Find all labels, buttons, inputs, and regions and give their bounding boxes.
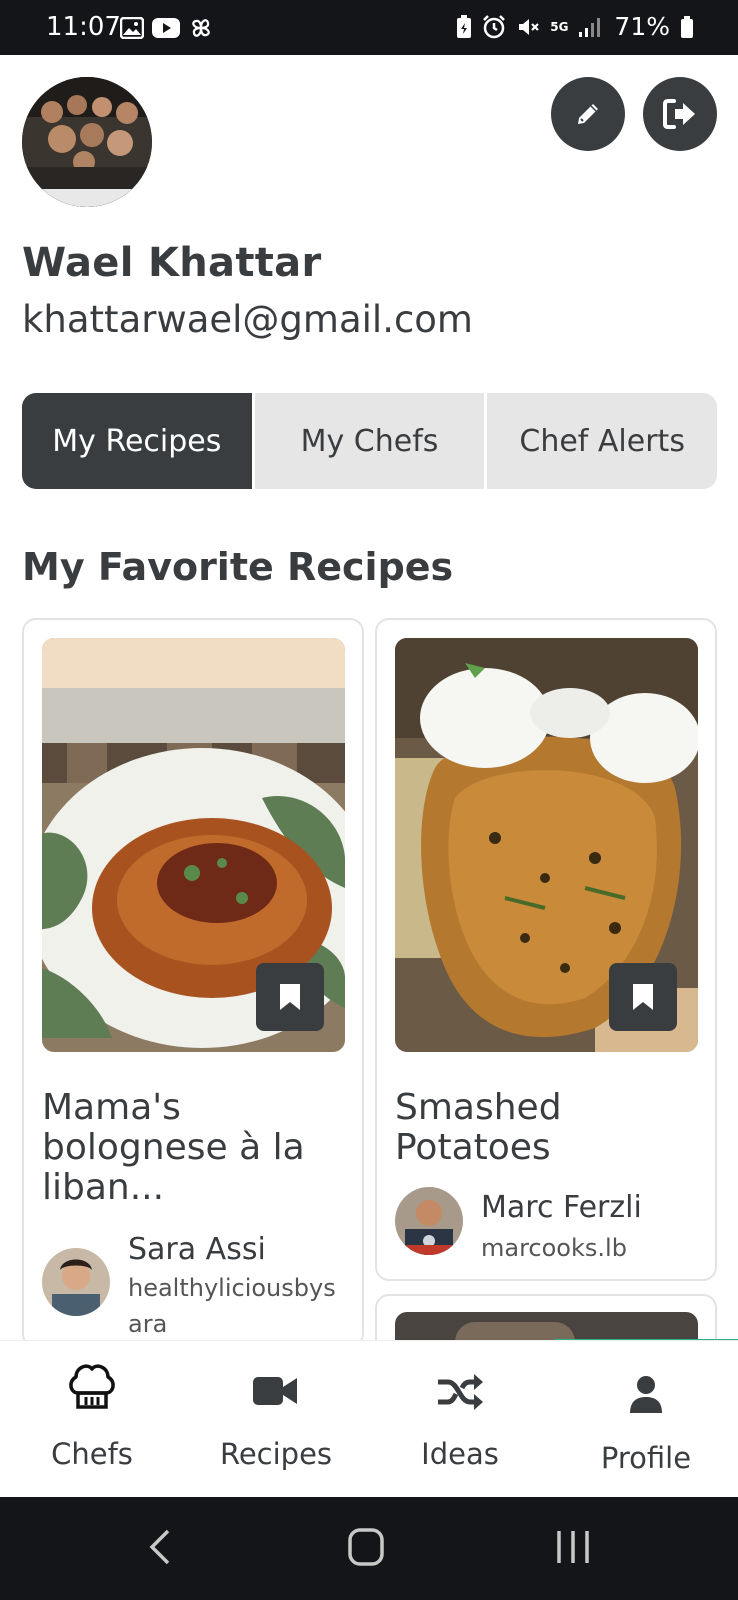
logout-button[interactable] <box>643 77 717 151</box>
shuffle-icon <box>438 1374 483 1410</box>
bottom-navigation: Chefs Recipes Ideas Profile <box>0 1340 738 1497</box>
nav-recipes[interactable]: Recipes <box>184 1341 368 1498</box>
pinwheel-icon <box>192 19 210 37</box>
user-icon <box>630 1376 662 1413</box>
recipe-image <box>395 638 698 1052</box>
bookmark-icon <box>280 984 300 1010</box>
chef-name[interactable]: Sara Assi <box>128 1232 266 1267</box>
battery-percent: 71% <box>614 12 670 41</box>
user-name: Wael Khattar <box>22 240 322 286</box>
system-navigation-bar <box>0 1497 738 1600</box>
recipe-card[interactable]: Smashed Potatoes Marc Ferzli marcooks.lb <box>375 618 717 1281</box>
mute-icon <box>519 18 539 35</box>
nav-label: Profile <box>600 1441 692 1475</box>
bookmark-icon <box>633 984 653 1010</box>
status-system-icons: 5G 71% <box>456 12 694 41</box>
recipe-title[interactable]: Mama's bolognese à la liban... <box>42 1088 342 1208</box>
tab-my-recipes[interactable]: My Recipes <box>22 393 252 489</box>
status-notification-icons <box>120 15 214 41</box>
nav-label: Recipes <box>219 1437 333 1471</box>
group-photo-image <box>22 77 152 207</box>
chef-name[interactable]: Marc Ferzli <box>481 1190 642 1225</box>
network-type: 5G <box>550 19 569 34</box>
battery-saver-icon <box>457 14 472 38</box>
bookmark-button[interactable] <box>256 963 324 1031</box>
home-icon[interactable] <box>347 1527 385 1567</box>
user-email: khattarwael@gmail.com <box>22 298 473 341</box>
battery-icon <box>681 15 693 38</box>
logout-icon <box>663 99 695 129</box>
chef-handle: healthyliciousbysara <box>128 1274 336 1338</box>
chef-hat-icon <box>69 1364 115 1409</box>
profile-tabs: My Recipes My Chefs Chef Alerts <box>22 393 717 489</box>
status-bar: 11:07 5G 71% <box>0 0 738 55</box>
chef-handle: marcooks.lb <box>481 1234 627 1262</box>
pencil-icon <box>578 104 598 124</box>
chef-avatar[interactable] <box>395 1187 463 1255</box>
nav-chefs[interactable]: Chefs <box>0 1341 184 1498</box>
recent-apps-icon[interactable] <box>556 1527 590 1567</box>
status-time: 11:07 <box>46 12 121 42</box>
video-camera-icon <box>253 1377 297 1405</box>
recipe-title[interactable]: Smashed Potatoes <box>395 1088 695 1168</box>
alarm-icon <box>483 14 506 38</box>
gallery-icon <box>120 17 144 39</box>
bookmark-button[interactable] <box>609 963 677 1031</box>
tab-my-chefs[interactable]: My Chefs <box>254 393 485 489</box>
section-title: My Favorite Recipes <box>22 545 454 589</box>
nav-ideas[interactable]: Ideas <box>368 1341 552 1498</box>
profile-avatar[interactable] <box>22 77 152 207</box>
recipe-card[interactable]: Mama's bolognese à la liban... Sara Assi… <box>22 618 364 1348</box>
tab-chef-alerts[interactable]: Chef Alerts <box>487 393 717 489</box>
nav-profile[interactable]: Profile <box>554 1341 738 1498</box>
edit-profile-button[interactable] <box>551 77 625 151</box>
chef-avatar[interactable] <box>42 1248 110 1316</box>
nav-label: Chefs <box>51 1437 133 1471</box>
recipe-image <box>42 638 345 1052</box>
signal-icon <box>579 17 601 37</box>
back-icon[interactable] <box>148 1527 172 1567</box>
nav-label: Ideas <box>421 1437 499 1471</box>
youtube-icon <box>152 18 180 38</box>
